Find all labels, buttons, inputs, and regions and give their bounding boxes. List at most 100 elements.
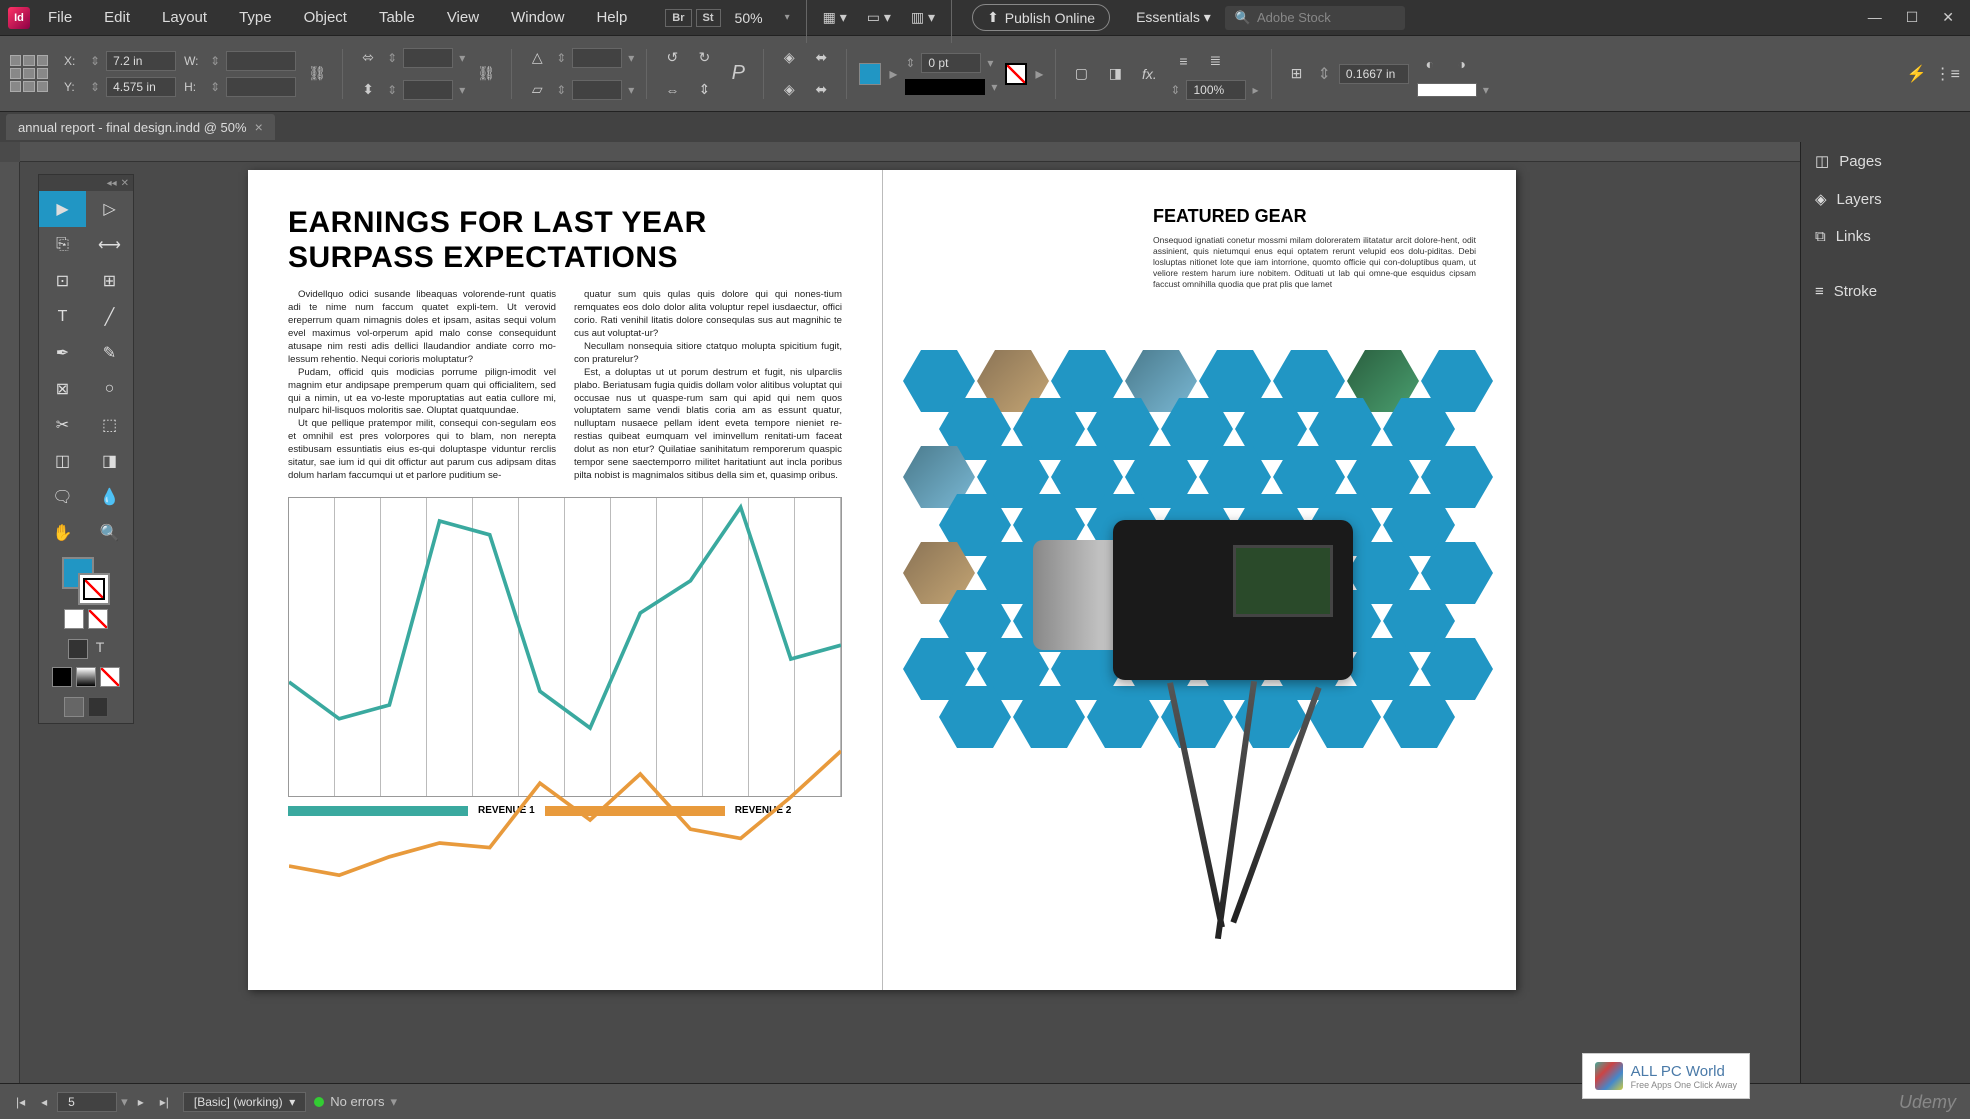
apply-text-icon[interactable]: T: [92, 639, 105, 659]
gradient-feather-tool[interactable]: ◨: [86, 443, 133, 479]
zoom-tool[interactable]: 🔍: [86, 515, 133, 551]
fx-icon[interactable]: fx.: [1136, 61, 1162, 87]
zoom-dropdown[interactable]: ▾: [777, 12, 798, 23]
document-spread[interactable]: EARNINGS FOR LAST YEAR SURPASS EXPECTATI…: [248, 170, 1516, 990]
constrain-proportions-icon[interactable]: ⛓: [304, 61, 330, 87]
normal-view-icon[interactable]: [64, 697, 84, 717]
direct-selection-tool[interactable]: ▷: [86, 191, 133, 227]
default-black[interactable]: [52, 667, 72, 687]
toolbox-stroke-swatch[interactable]: [78, 573, 110, 605]
screen-mode-icon[interactable]: ▭ ▾: [859, 5, 899, 30]
adobe-stock-search[interactable]: 🔍 Adobe Stock: [1225, 6, 1405, 30]
maximize-button[interactable]: ☐: [1906, 9, 1919, 26]
bridge-button[interactable]: Br: [665, 9, 691, 27]
stroke-weight-input[interactable]: [921, 53, 981, 73]
links-panel[interactable]: ⧉Links: [1801, 218, 1970, 255]
gap-tool[interactable]: ⟷: [86, 227, 133, 263]
pages-panel[interactable]: ◫Pages: [1801, 142, 1970, 180]
document-tab[interactable]: annual report - final design.indd @ 50% …: [6, 114, 275, 140]
gradient-swatch-tool[interactable]: ◫: [39, 443, 86, 479]
preflight-errors[interactable]: No errors: [330, 1094, 384, 1109]
default-none[interactable]: [100, 667, 120, 687]
first-page-button[interactable]: |◂: [10, 1093, 31, 1111]
flip-v-icon[interactable]: ⇕: [691, 77, 717, 103]
h-input[interactable]: [226, 77, 296, 97]
flip-h-icon[interactable]: ⇔: [659, 77, 685, 103]
next-page-button[interactable]: ▸: [132, 1093, 150, 1111]
menu-view[interactable]: View: [433, 5, 493, 30]
selection-tool[interactable]: ▶: [39, 191, 86, 227]
stroke-style[interactable]: [905, 79, 985, 95]
toolbox-collapse-icon[interactable]: ◂◂: [107, 178, 117, 189]
select-container-icon[interactable]: ◈: [776, 45, 802, 71]
default-gradient[interactable]: [76, 667, 96, 687]
corner-options-icon[interactable]: ▢: [1068, 61, 1094, 87]
menu-table[interactable]: Table: [365, 5, 429, 30]
line-tool[interactable]: ╱: [86, 299, 133, 335]
reference-point[interactable]: [10, 55, 48, 93]
menu-help[interactable]: Help: [582, 5, 641, 30]
formatting-text-icon[interactable]: [88, 609, 108, 629]
workspace-switcher[interactable]: Essentials ▾: [1126, 9, 1221, 26]
pencil-tool[interactable]: ✎: [86, 335, 133, 371]
preflight-profile[interactable]: [Basic] (working) ▾: [183, 1092, 306, 1112]
stroke-dropdown[interactable]: ▸: [1035, 64, 1043, 84]
menu-type[interactable]: Type: [225, 5, 286, 30]
rotate-ccw-icon[interactable]: ↺: [659, 45, 685, 71]
fill-stroke-swatches[interactable]: [62, 557, 110, 605]
y-input[interactable]: [106, 77, 176, 97]
menu-object[interactable]: Object: [290, 5, 361, 30]
select-next-icon[interactable]: ⬌: [808, 77, 834, 103]
arrange-icon[interactable]: ▥ ▾: [903, 5, 943, 30]
formatting-container-icon[interactable]: [64, 609, 84, 629]
canvas[interactable]: ◂◂ ✕ ▶ ▷ ⎘ ⟷ ⊡ ⊞ T ╱ ✒ ✎ ⊠ ○ ✂ ⬚ ◫ ◨ 🗨 💧: [0, 142, 1800, 1083]
eyedropper-tool[interactable]: 💧: [86, 479, 133, 515]
fill-dropdown[interactable]: ▸: [889, 64, 897, 84]
menu-edit[interactable]: Edit: [90, 5, 144, 30]
menu-layout[interactable]: Layout: [148, 5, 221, 30]
color-preview[interactable]: [1417, 83, 1477, 97]
shear-input[interactable]: [572, 80, 622, 100]
publish-online-button[interactable]: ⬆ Publish Online: [972, 4, 1110, 31]
scale-y-input[interactable]: [403, 80, 453, 100]
x-stepper-icon[interactable]: ⇕: [90, 54, 100, 68]
scale-x-input[interactable]: [403, 48, 453, 68]
y-stepper-icon[interactable]: ⇕: [90, 80, 100, 94]
menu-file[interactable]: File: [34, 5, 86, 30]
p-icon[interactable]: P: [725, 61, 751, 87]
panel-menu-icon[interactable]: ⋮≡: [1935, 64, 1960, 84]
view-options-icon[interactable]: ▦ ▾: [815, 5, 855, 30]
rectangle-frame-tool[interactable]: ⊠: [39, 371, 86, 407]
text-wrap-icon[interactable]: ⊞: [1284, 61, 1310, 87]
menu-window[interactable]: Window: [497, 5, 578, 30]
minimize-button[interactable]: —: [1868, 9, 1882, 26]
page-tool[interactable]: ⎘: [39, 227, 86, 263]
select-prev-icon[interactable]: ◈: [776, 77, 802, 103]
toolbox-close-icon[interactable]: ✕: [121, 178, 129, 189]
hand-tool[interactable]: ✋: [39, 515, 86, 551]
prev-page-button[interactable]: ◂: [35, 1093, 53, 1111]
last-page-button[interactable]: ▸|: [154, 1093, 175, 1111]
stroke-swatch[interactable]: [1005, 63, 1027, 85]
horizontal-ruler[interactable]: [20, 142, 1800, 162]
close-button[interactable]: ✕: [1942, 9, 1954, 26]
zoom-level[interactable]: 50%: [725, 10, 773, 26]
free-transform-tool[interactable]: ⬚: [86, 407, 133, 443]
type-tool[interactable]: T: [39, 299, 86, 335]
content-placer-tool[interactable]: ⊞: [86, 263, 133, 299]
quick-apply-icon[interactable]: ⚡: [1907, 64, 1927, 84]
note-tool[interactable]: 🗨: [39, 479, 86, 515]
page-number-input[interactable]: [57, 1092, 117, 1112]
stroke-panel[interactable]: ≡Stroke: [1801, 273, 1970, 310]
pen-tool[interactable]: ✒: [39, 335, 86, 371]
stock-button[interactable]: St: [696, 9, 721, 27]
preview-mode-icon[interactable]: [88, 697, 108, 717]
constrain-scale-icon[interactable]: ⛓: [473, 61, 499, 87]
ellipse-tool[interactable]: ○: [86, 371, 133, 407]
apply-color-icon[interactable]: [68, 639, 88, 659]
fill-swatch[interactable]: [859, 63, 881, 85]
content-collector-tool[interactable]: ⊡: [39, 263, 86, 299]
rotate-cw-icon[interactable]: ↻: [691, 45, 717, 71]
select-content-icon[interactable]: ⬌: [808, 45, 834, 71]
scissors-tool[interactable]: ✂: [39, 407, 86, 443]
